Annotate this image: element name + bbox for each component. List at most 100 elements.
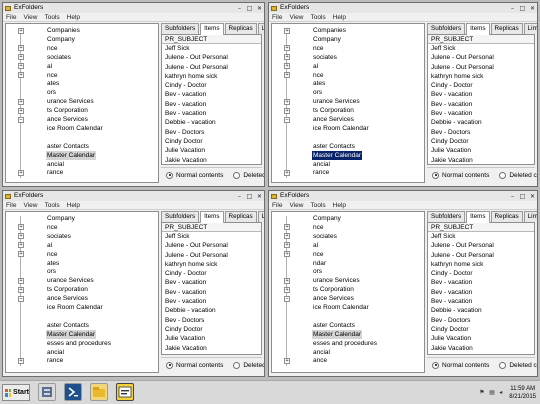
list-item[interactable]: Julie Vacation [162,334,261,343]
expand-icon[interactable]: + [18,357,24,364]
tree-item[interactable]: + nce [272,71,424,80]
list-item[interactable]: Cindy - Doctor [428,269,534,278]
tree-item[interactable] [272,365,424,372]
tree-item[interactable]: ancial [272,160,424,169]
list-item[interactable]: Cindy - Doctor [162,81,261,90]
tree-item[interactable]: ice Room Calendar [6,124,158,133]
expand-icon[interactable]: + [18,169,24,176]
tree-item[interactable]: + ts Corporation [6,285,158,294]
tree-item[interactable]: + rance [272,168,424,177]
tree-item[interactable]: + rance [6,168,158,177]
list-item[interactable]: Bev - vacation [162,90,261,99]
list-item[interactable]: Bev - vacation [428,278,534,287]
tree-item[interactable]: + sociates [272,53,424,62]
maximize-icon[interactable]: □ [246,5,253,12]
powershell-icon[interactable] [64,383,82,401]
list-item[interactable]: Bev - vacation [162,288,261,297]
items-list[interactable]: PR_SUBJECT Jeff Sick Julene - Out Personal… [427,34,535,165]
tab-replicas[interactable]: Replicas [224,211,257,222]
exfolders-window[interactable]: ExFolders – □ ✕ File View Tools Help + Companies C… [268,2,538,187]
close-icon[interactable]: ✕ [529,193,536,200]
list-item[interactable]: Bev - vacation [428,100,534,109]
tree-item[interactable]: + nce [6,71,158,80]
tree-item[interactable] [272,312,424,321]
list-item[interactable]: kathryn home sick [428,72,534,81]
tab-replicas[interactable]: Replicas [224,23,257,34]
list-item[interactable]: kathryn home sick [162,72,261,81]
expand-icon[interactable]: + [284,357,290,364]
close-icon[interactable]: ✕ [256,193,263,200]
tree-item[interactable]: aster Contacts [272,142,424,151]
list-item[interactable]: Julie Vacation [428,146,534,155]
tree-item[interactable]: + sociates [6,53,158,62]
expand-icon[interactable]: + [284,169,290,176]
expand-icon[interactable]: + [18,98,24,105]
expand-icon[interactable]: + [18,72,24,78]
tab-limits[interactable]: Limits [523,211,537,222]
menu-item-view[interactable]: View [289,13,303,22]
tree-item[interactable]: ors [272,267,424,276]
tree-item[interactable]: Company [272,214,424,223]
tree-item[interactable]: ates [272,79,424,88]
minimize-icon[interactable]: – [509,5,516,12]
expand-icon[interactable]: + [284,63,290,70]
tree-item[interactable]: + sociates [6,232,158,241]
tree-item[interactable]: ors [272,88,424,97]
tree-item[interactable]: Master Calendar [272,150,424,160]
expand-icon[interactable]: + [284,98,290,105]
network-icon[interactable]: ▤ [489,390,495,396]
list-item[interactable]: Jakie Vacation [162,344,261,353]
tree-item[interactable]: + nce [272,223,424,232]
list-item[interactable]: Debbie - vacation [428,118,534,127]
tree-item[interactable] [272,177,424,182]
expand-icon[interactable]: + [284,251,290,258]
tree-item[interactable]: + al [6,62,158,71]
title-bar[interactable]: ExFolders – □ ✕ [3,3,264,13]
list-item[interactable]: Bev - vacation [162,278,261,287]
tree-item[interactable]: Master Calendar [272,329,424,339]
list-item[interactable]: Bev - vacation [428,90,534,99]
tree-item[interactable]: − ance Services [272,115,424,124]
expand-icon[interactable]: + [284,27,290,34]
list-item[interactable]: Julene - Out Personal [428,53,534,62]
column-header[interactable]: PR_SUBJECT [162,35,261,44]
tree-item[interactable]: + nce [272,44,424,53]
tree-item[interactable]: + rance [6,356,158,365]
tree-item[interactable]: ice Room Calendar [272,303,424,312]
list-item[interactable]: Debbie - vacation [162,118,261,127]
list-item[interactable]: Cindy Doctor [162,325,261,334]
tree-item[interactable]: + urance Services [272,97,424,106]
start-button[interactable]: Start [2,384,30,401]
expand-icon[interactable]: + [18,251,24,258]
tree-item[interactable]: + Companies [272,26,424,35]
list-item[interactable]: Cindy Doctor [162,137,261,146]
menu-item-file[interactable]: File [272,13,282,22]
menu-item-help[interactable]: Help [67,13,80,22]
tree-item[interactable]: ors [6,267,158,276]
tree-item[interactable]: + urance Services [6,276,158,285]
list-item[interactable]: Jeff Sick [162,44,261,53]
collapse-icon[interactable]: − [284,295,290,302]
expand-icon[interactable]: + [18,233,24,240]
list-item[interactable]: Bev - Doctors [428,128,534,137]
list-item[interactable]: Jakie Vacation [162,156,261,164]
maximize-icon[interactable]: □ [519,193,526,200]
tree-item[interactable]: + ts Corporation [272,285,424,294]
explorer-icon[interactable] [90,383,108,401]
exfolders-window[interactable]: ExFolders – □ ✕ File View Tools Help Company + nce… [2,190,265,377]
expand-icon[interactable]: + [284,242,290,249]
expand-icon[interactable]: + [18,63,24,70]
tree-item[interactable]: + al [272,241,424,250]
list-item[interactable]: Bev - Doctors [162,128,261,137]
maximize-icon[interactable]: □ [519,5,526,12]
folder-tree[interactable]: + Companies Company + nce + sociates + al + nce ate… [271,23,425,183]
list-item[interactable]: Bev - vacation [428,288,534,297]
column-header[interactable]: PR_SUBJECT [428,35,534,44]
normal-contents-radio[interactable]: Normal contents [166,171,223,179]
tree-item[interactable]: ancial [6,348,158,357]
expand-icon[interactable]: + [284,224,290,231]
deleted-contents-radio[interactable]: Deleted co [499,171,537,179]
folder-tree[interactable]: Company + nce + sociates + al + nce ates ors + uranc… [5,211,159,373]
column-header[interactable]: PR_SUBJECT [428,223,534,232]
list-item[interactable]: Jakie Vacation [428,156,534,164]
